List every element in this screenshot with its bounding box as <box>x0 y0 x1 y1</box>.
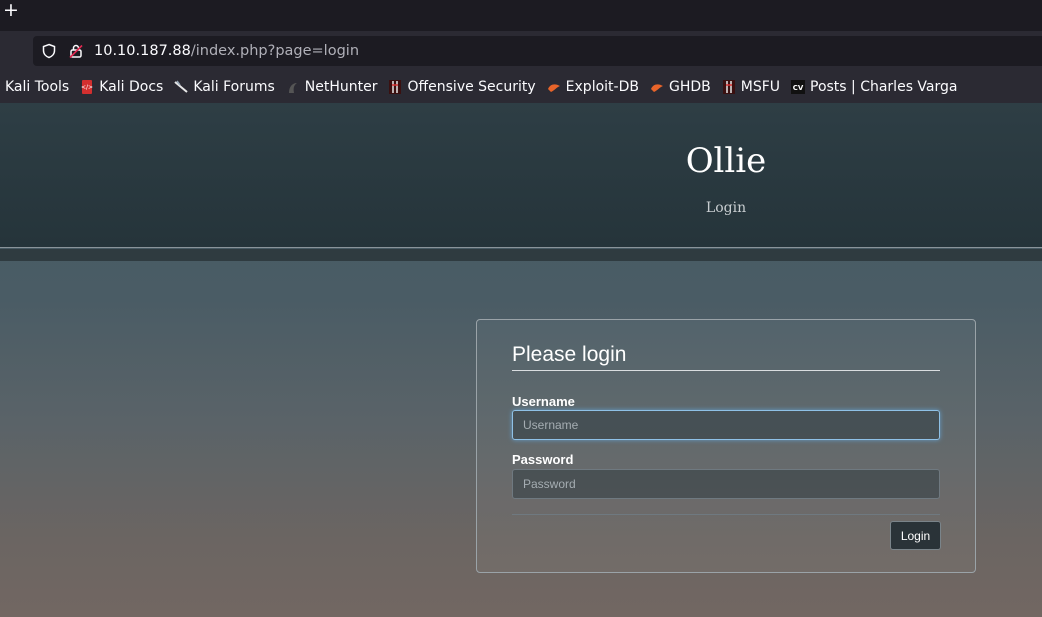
kali-docs-icon: </> <box>81 80 93 94</box>
nethunter-icon <box>288 83 297 93</box>
bookmark-msfu[interactable]: MSFU <box>717 75 786 99</box>
site-title: Ollie <box>685 141 767 181</box>
password-input[interactable] <box>512 469 940 499</box>
web-page: Ollie Login Please login Username Passwo… <box>0 103 1042 617</box>
msfu-icon <box>722 80 735 94</box>
nav-link-login[interactable]: Login <box>0 200 1042 216</box>
bookmark-label: NetHunter <box>304 79 378 95</box>
bookmark-ghdb[interactable]: GHDB <box>645 75 717 99</box>
bookmark-label: Kali Docs <box>99 79 164 95</box>
bookmark-label: MSFU <box>740 79 780 95</box>
bookmark-offensive-security[interactable]: Offensive Security <box>383 75 541 99</box>
login-panel: Please login Username Password Login <box>476 319 976 573</box>
bookmark-exploit-db[interactable]: Exploit-DB <box>542 75 645 99</box>
login-legend: Please login <box>512 343 940 371</box>
username-label: Username <box>512 394 575 409</box>
insecure-lock-icon[interactable] <box>68 43 84 59</box>
password-label: Password <box>512 452 574 467</box>
ghdb-icon <box>650 84 663 92</box>
bookmark-nethunter[interactable]: NetHunter <box>281 75 384 99</box>
username-input[interactable] <box>512 410 940 440</box>
url-text[interactable]: 10.10.187.88/index.php?page=login <box>94 42 359 60</box>
url-host: 10.10.187.88 <box>94 43 191 59</box>
bookmark-label: GHDB <box>668 79 711 95</box>
url-path: /index.php?page=login <box>190 43 360 59</box>
bookmark-kali-tools[interactable]: Kali Tools <box>0 75 75 99</box>
bookmark-charles-varga[interactable]: CV Posts | Charles Varga <box>786 75 963 99</box>
bookmark-label: Exploit-DB <box>565 79 639 95</box>
bookmark-label: Posts | Charles Varga <box>810 79 958 95</box>
bookmarks-toolbar: Kali Tools </> Kali Docs Kali Forums Net… <box>0 71 1042 103</box>
navigation-bar: 10.10.187.88/index.php?page=login <box>0 31 1042 71</box>
cv-icon: CV <box>791 80 805 94</box>
new-tab-plus-icon[interactable]: + <box>3 1 21 20</box>
svg-text:CV: CV <box>793 84 804 92</box>
bookmark-kali-forums[interactable]: Kali Forums <box>169 75 280 99</box>
bookmark-kali-docs[interactable]: </> Kali Docs <box>75 75 169 99</box>
bookmark-label: Kali Tools <box>5 79 70 95</box>
site-header: Ollie Login <box>0 103 1042 248</box>
form-divider <box>512 514 940 515</box>
bookmark-label: Kali Forums <box>193 79 275 95</box>
url-bar[interactable]: 10.10.187.88/index.php?page=login <box>33 36 1042 66</box>
exploit-db-icon <box>547 84 560 92</box>
tab-strip: + <box>0 0 1042 31</box>
kali-forums-icon <box>174 80 188 93</box>
svg-text:</>: </> <box>81 84 93 91</box>
login-button[interactable]: Login <box>890 521 941 550</box>
tracking-shield-icon[interactable] <box>41 43 57 59</box>
header-divider-strip <box>0 249 1042 261</box>
bookmark-label: Offensive Security <box>407 79 536 95</box>
offsec-icon <box>389 80 402 94</box>
